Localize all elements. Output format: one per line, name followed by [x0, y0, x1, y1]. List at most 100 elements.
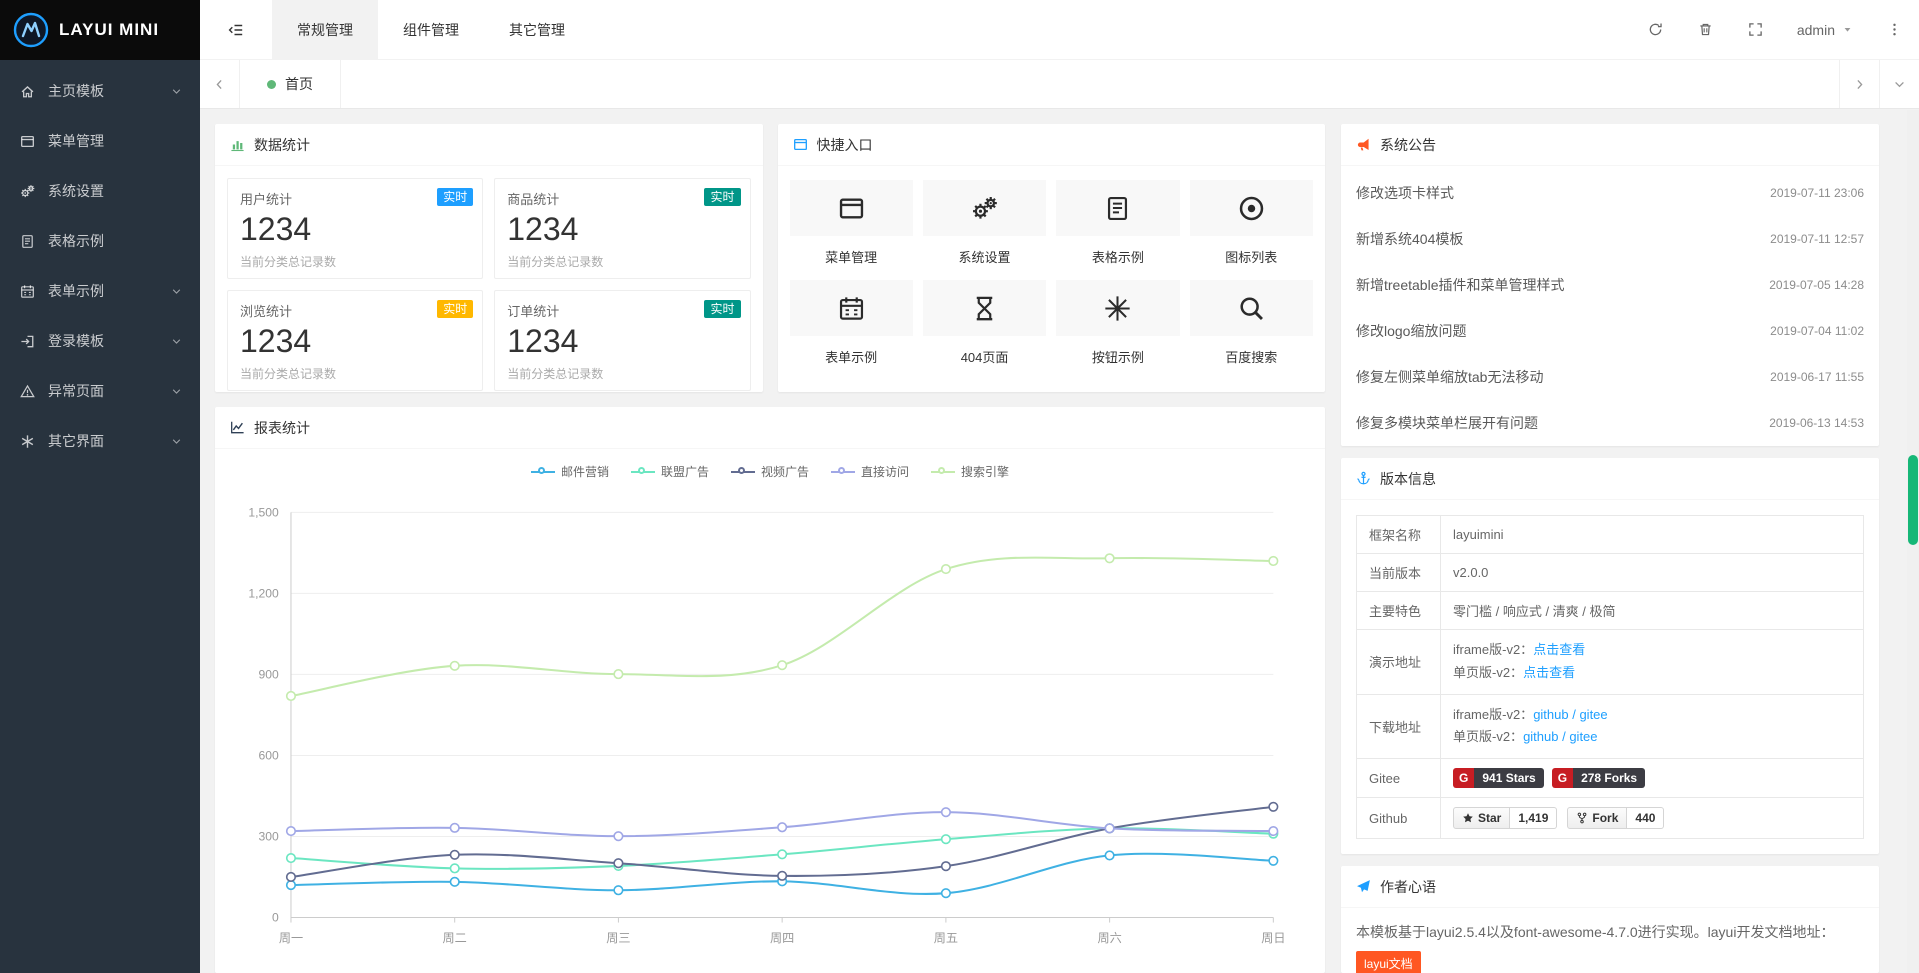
github-badge[interactable]: Fork440: [1567, 807, 1664, 829]
gitee-badge[interactable]: G278 Forks: [1552, 768, 1645, 788]
legend-item[interactable]: 搜索引擎: [931, 463, 1009, 480]
announcement-row[interactable]: 修复多模块菜单栏展开有问题2019-06-13 14:53: [1341, 400, 1879, 446]
version-row: GithubStar1,419Fork440: [1357, 798, 1864, 839]
version-label: 当前版本: [1357, 554, 1441, 592]
version-table: 框架名称layuimini当前版本v2.0.0主要特色零门槛 / 响应式 / 清…: [1356, 515, 1864, 839]
quick-entry-tile[interactable]: 404页面: [923, 280, 1046, 366]
layui-doc-badge[interactable]: layui文档: [1356, 951, 1421, 973]
gitee-badge-text: 941 Stars: [1474, 768, 1543, 788]
legend-item[interactable]: 视频广告: [731, 463, 809, 480]
version-row: 当前版本v2.0.0: [1357, 554, 1864, 592]
legend-label: 邮件营销: [561, 463, 609, 480]
sidebar-item[interactable]: 主页模板: [0, 66, 200, 116]
announcement-row[interactable]: 修改选项卡样式2019-07-11 23:06: [1341, 170, 1879, 216]
gitee-badge[interactable]: G941 Stars: [1453, 768, 1544, 788]
svg-text:周三: 周三: [606, 931, 630, 945]
legend-label: 视频广告: [761, 463, 809, 480]
version-link[interactable]: 点击查看: [1523, 665, 1575, 680]
sidebar-item-label: 菜单管理: [48, 131, 104, 151]
sidebar-item[interactable]: 表单示例: [0, 266, 200, 316]
quick-entry-tile[interactable]: 按钮示例: [1056, 280, 1179, 366]
quick-entry-tile[interactable]: 菜单管理: [790, 180, 913, 266]
quick-entry-tile[interactable]: 表格示例: [1056, 180, 1179, 266]
version-link[interactable]: gitee: [1579, 707, 1607, 722]
realtime-badge: 实时: [437, 300, 473, 318]
version-link[interactable]: github: [1523, 729, 1558, 744]
announcement-row[interactable]: 修复左侧菜单缩放tab无法移动2019-06-17 11:55: [1341, 354, 1879, 400]
announcement-title: 修复左侧菜单缩放tab无法移动: [1356, 367, 1543, 387]
tab-home-label: 首页: [285, 74, 313, 94]
stat-box: 订单统计实时1234当前分类总记录数: [494, 290, 750, 391]
tabs-scroll-right-button[interactable]: [1839, 60, 1879, 108]
scrollbar-thumb[interactable]: [1908, 455, 1918, 545]
user-menu[interactable]: admin: [1781, 0, 1869, 60]
sidebar-item-label: 登录模板: [48, 331, 104, 351]
report-card: 报表统计 邮件营销联盟广告视频广告直接访问搜索引擎 03006009001,20…: [215, 407, 1325, 973]
legend-item[interactable]: 邮件营销: [531, 463, 609, 480]
version-link[interactable]: github: [1533, 707, 1568, 722]
quick-entry-tile[interactable]: 图标列表: [1190, 180, 1313, 266]
quick-iconbox: [790, 180, 913, 236]
legend-marker: [831, 467, 855, 477]
tabs-more-button[interactable]: [1879, 60, 1919, 108]
search-icon: [1238, 295, 1265, 322]
quick-iconbox: [1190, 280, 1313, 336]
github-button: Fork: [1567, 807, 1627, 829]
announcements-card-header: 系统公告: [1341, 124, 1879, 166]
version-row: GiteeG941 StarsG278 Forks: [1357, 759, 1864, 798]
version-link[interactable]: 点击查看: [1533, 642, 1585, 657]
sidebar-item[interactable]: 异常页面: [0, 366, 200, 416]
version-cell: layuimini: [1441, 516, 1864, 554]
stat-label: 浏览统计: [240, 301, 470, 320]
gitee-badge-text: 278 Forks: [1573, 768, 1645, 788]
clear-cache-icon[interactable]: [1681, 0, 1731, 60]
version-row: 下载地址iframe版-v2：github / gitee单页版-v2：gith…: [1357, 694, 1864, 759]
version-link[interactable]: gitee: [1569, 729, 1597, 744]
chevron-down-icon: [171, 386, 182, 397]
announcement-row[interactable]: 新增系统404模板2019-07-11 12:57: [1341, 216, 1879, 262]
github-count: 440: [1627, 807, 1664, 829]
star-icon: [1462, 812, 1474, 824]
stat-box: 用户统计实时1234当前分类总记录数: [227, 178, 483, 279]
logo-text: LAYUI MINI: [59, 20, 159, 40]
chevron-down-icon: [171, 86, 182, 97]
quick-entry-grid: 菜单管理系统设置表格示例图标列表表单示例404页面按钮示例百度搜索: [778, 166, 1326, 380]
legend-item[interactable]: 联盟广告: [631, 463, 709, 480]
quick-entry-tile[interactable]: 表单示例: [790, 280, 913, 366]
sidebar-item[interactable]: 其它界面: [0, 416, 200, 466]
github-badge[interactable]: Star1,419: [1453, 807, 1557, 829]
top-nav-tab[interactable]: 常规管理: [272, 0, 378, 60]
refresh-icon[interactable]: [1631, 0, 1681, 60]
quick-entry-card: 快捷入口 菜单管理系统设置表格示例图标列表表单示例404页面按钮示例百度搜索: [778, 124, 1326, 392]
more-options-icon[interactable]: [1869, 0, 1919, 60]
sidebar-item[interactable]: 系统设置: [0, 166, 200, 216]
signin-icon: [20, 334, 37, 349]
quick-entry-tile[interactable]: 百度搜索: [1190, 280, 1313, 366]
announcement-time: 2019-07-05 14:28: [1769, 278, 1864, 292]
legend-label: 搜索引擎: [961, 463, 1009, 480]
announcement-title: 新增系统404模板: [1356, 229, 1463, 249]
sidebar-item[interactable]: 登录模板: [0, 316, 200, 366]
tab-home[interactable]: 首页: [240, 60, 341, 108]
version-cell: G941 Stars G278 Forks: [1441, 759, 1864, 798]
stat-sub: 当前分类总记录数: [240, 253, 470, 270]
announcements-list: 修改选项卡样式2019-07-11 23:06新增系统404模板2019-07-…: [1341, 166, 1879, 446]
announcement-row[interactable]: 修改logo缩放问题2019-07-04 11:02: [1341, 308, 1879, 354]
fullscreen-icon[interactable]: [1731, 0, 1781, 60]
version-cell: iframe版-v2：github / gitee单页版-v2：github /…: [1441, 694, 1864, 759]
top-nav-tab[interactable]: 组件管理: [378, 0, 484, 60]
sidebar-item[interactable]: 表格示例: [0, 216, 200, 266]
quick-entry-tile[interactable]: 系统设置: [923, 180, 1046, 266]
author-card: 作者心语 本模板基于layui2.5.4以及font-awesome-4.7.0…: [1341, 866, 1879, 973]
sidebar-collapse-button[interactable]: [200, 0, 272, 60]
top-nav-tabs: 常规管理组件管理其它管理: [272, 0, 590, 60]
logo[interactable]: LAYUI MINI: [0, 0, 200, 60]
version-row: 主要特色零门槛 / 响应式 / 清爽 / 极简: [1357, 592, 1864, 630]
anchor-icon: [1356, 471, 1371, 486]
legend-item[interactable]: 直接访问: [831, 463, 909, 480]
sidebar-item[interactable]: 菜单管理: [0, 116, 200, 166]
version-cell: 零门槛 / 响应式 / 清爽 / 极简: [1441, 592, 1864, 630]
top-nav-tab[interactable]: 其它管理: [484, 0, 590, 60]
announcement-row[interactable]: 新增treetable插件和菜单管理样式2019-07-05 14:28: [1341, 262, 1879, 308]
tabs-scroll-left-button[interactable]: [200, 60, 240, 108]
